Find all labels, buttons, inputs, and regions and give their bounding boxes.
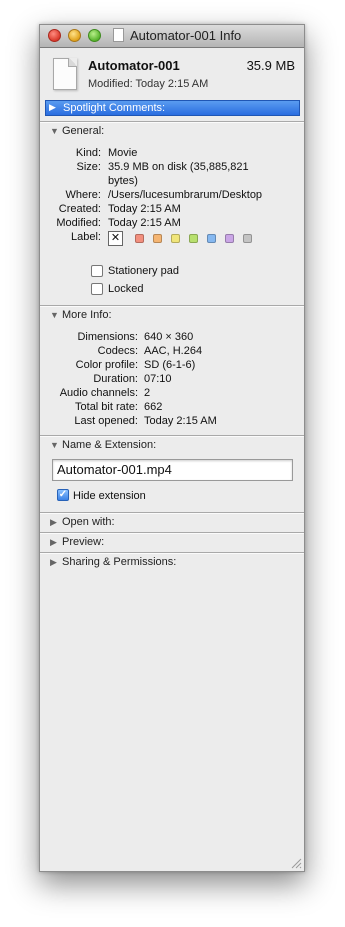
divider <box>40 532 304 534</box>
document-icon <box>113 28 124 42</box>
audio-channels-value: 2 <box>144 387 151 399</box>
open-with-title: Open with: <box>62 516 115 528</box>
audio-channels-key: Audio channels: <box>59 387 138 399</box>
disclosure-triangle-icon[interactable]: ▶ <box>50 517 62 528</box>
dimensions-key: Dimensions: <box>77 331 138 343</box>
spotlight-comments-section[interactable]: ▶ Spotlight Comments: <box>45 100 300 116</box>
locked-label: Locked <box>108 283 144 295</box>
size-value-cont: bytes) <box>108 175 138 187</box>
label-yellow-swatch[interactable] <box>171 234 180 243</box>
divider <box>40 121 304 123</box>
dimensions-value: 640 × 360 <box>144 331 194 343</box>
hide-extension-label: Hide extension <box>73 490 146 502</box>
created-value: Today 2:15 AM <box>108 203 181 215</box>
label-key: Label: <box>71 231 101 243</box>
color-profile-key: Color profile: <box>75 359 138 371</box>
sharing-title: Sharing & Permissions: <box>62 556 177 568</box>
divider <box>40 512 304 514</box>
bit-rate-key: Total bit rate: <box>75 401 138 413</box>
created-key: Created: <box>58 203 101 215</box>
disclosure-triangle-icon[interactable]: ▼ <box>50 310 62 320</box>
label-purple-swatch[interactable] <box>225 234 234 243</box>
label-gray-swatch[interactable] <box>243 234 252 243</box>
sharing-section-header[interactable]: ▶ Sharing & Permissions: <box>50 556 176 568</box>
file-name-field[interactable]: Automator-001.mp4 <box>52 459 293 481</box>
file-icon <box>53 58 77 90</box>
file-name: Automator-001 <box>88 58 180 73</box>
where-value: /Users/lucesumbrarum/Desktop <box>108 189 263 201</box>
codecs-key: Codecs: <box>97 345 138 357</box>
general-title: General: <box>62 125 105 137</box>
label-green-swatch[interactable] <box>189 234 198 243</box>
bit-rate-value: 662 <box>144 401 163 413</box>
window-title: Automator-001 Info <box>130 28 242 43</box>
label-orange-swatch[interactable] <box>153 234 162 243</box>
disclosure-triangle-icon[interactable]: ▼ <box>50 126 62 136</box>
modified-value: Today 2:15 AM <box>108 217 181 229</box>
label-red-swatch[interactable] <box>135 234 144 243</box>
codecs-value: AAC, H.264 <box>144 345 203 357</box>
more-info-title: More Info: <box>62 309 112 321</box>
locked-checkbox[interactable] <box>91 283 103 295</box>
disclosure-triangle-icon[interactable]: ▶ <box>49 102 56 113</box>
disclosure-triangle-icon[interactable]: ▶ <box>50 537 62 548</box>
size-key: Size: <box>76 161 101 173</box>
close-button[interactable] <box>48 29 61 42</box>
preview-title: Preview: <box>62 536 105 548</box>
disclosure-triangle-icon[interactable]: ▼ <box>50 440 62 450</box>
resize-grip-icon[interactable] <box>291 858 302 869</box>
kind-value: Movie <box>108 147 138 159</box>
title-bar[interactable]: Automator-001 Info <box>40 25 304 48</box>
label-blue-swatch[interactable] <box>207 234 216 243</box>
more-info-section-header[interactable]: ▼ More Info: <box>50 309 112 321</box>
kind-key: Kind: <box>75 147 101 159</box>
divider <box>40 552 304 554</box>
label-none-button[interactable]: ✕ <box>108 231 123 246</box>
color-profile-value: SD (6-1-6) <box>144 359 196 371</box>
size-value: 35.9 MB on disk (35,885,821 <box>108 161 249 173</box>
disclosure-triangle-icon[interactable]: ▶ <box>50 557 62 568</box>
modified-date: Modified: Today 2:15 AM <box>88 78 209 90</box>
info-window: Automator-001 Info Automator-001 35.9 MB… <box>39 24 305 872</box>
name-extension-title: Name & Extension: <box>62 439 157 451</box>
where-key: Where: <box>65 189 101 201</box>
last-opened-key: Last opened: <box>74 415 138 427</box>
spotlight-comments-label: Spotlight Comments: <box>63 102 166 114</box>
stationery-pad-label: Stationery pad <box>108 265 179 277</box>
zoom-button[interactable] <box>88 29 101 42</box>
hide-extension-checkbox[interactable]: ✓ <box>57 489 69 501</box>
preview-section-header[interactable]: ▶ Preview: <box>50 536 104 548</box>
file-size: 35.9 MB <box>246 58 295 73</box>
name-extension-section-header[interactable]: ▼ Name & Extension: <box>50 439 156 451</box>
open-with-section-header[interactable]: ▶ Open with: <box>50 516 115 528</box>
divider <box>40 305 304 307</box>
general-section-header[interactable]: ▼ General: <box>50 125 104 137</box>
duration-value: 07:10 <box>144 373 172 385</box>
duration-key: Duration: <box>93 373 138 385</box>
modified-key: Modified: <box>56 217 101 229</box>
last-opened-value: Today 2:15 AM <box>144 415 217 427</box>
divider <box>40 435 304 437</box>
minimize-button[interactable] <box>68 29 81 42</box>
stationery-pad-checkbox[interactable] <box>91 265 103 277</box>
